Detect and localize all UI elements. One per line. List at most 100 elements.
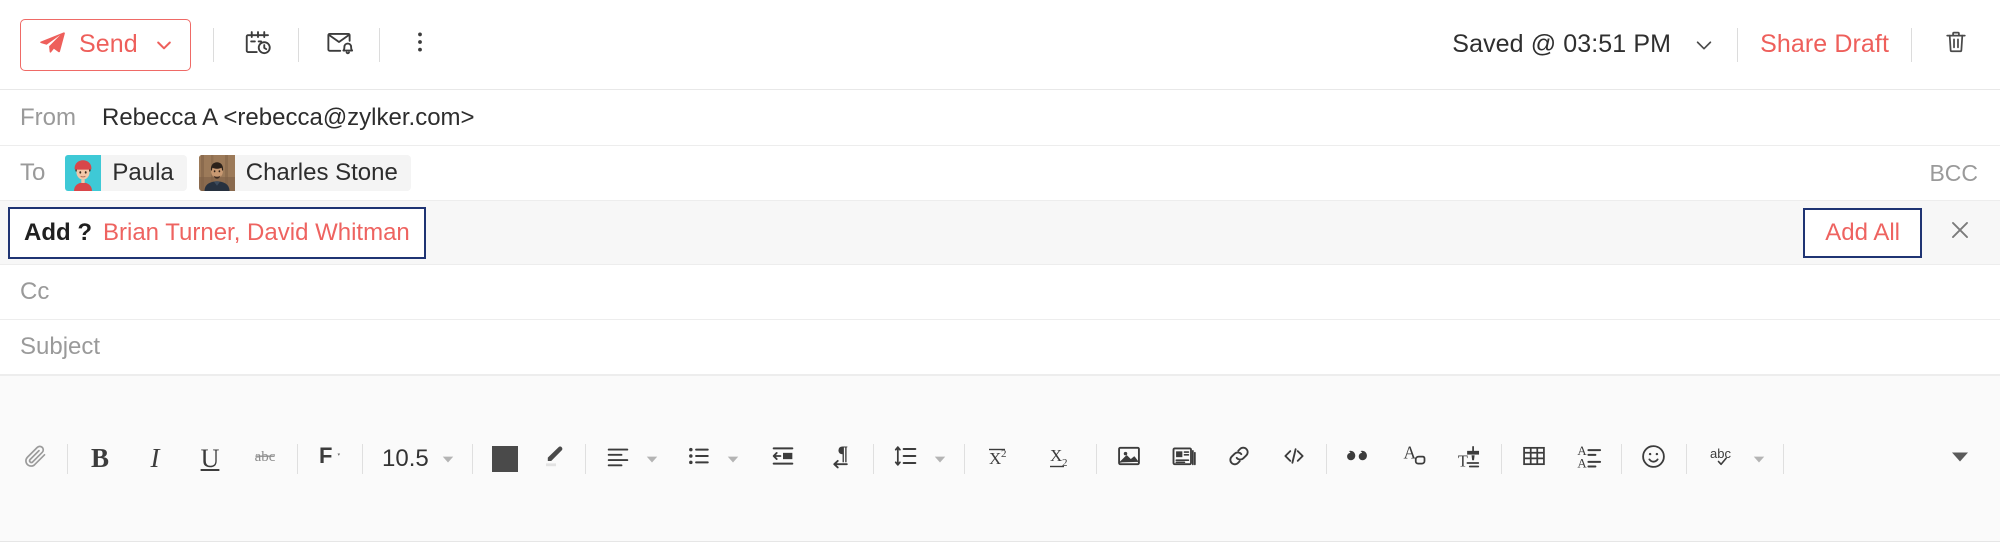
add-suggestion-box[interactable]: Add ? Brian Turner, David Whitman [8, 206, 426, 259]
reminder-button[interactable] [317, 23, 361, 67]
outdent-icon [769, 442, 797, 475]
spellcheck-caret-icon[interactable] [1746, 436, 1772, 482]
to-row[interactable]: To Paula Charles Stone BCC [0, 146, 2000, 201]
outdent-button[interactable] [759, 436, 807, 482]
format-divider-3 [362, 443, 363, 474]
paperclip-icon [22, 443, 49, 475]
subject-placeholder: Subject [20, 333, 101, 360]
bold-button[interactable]: B [79, 436, 121, 482]
recipient-name: Charles Stone [245, 159, 398, 186]
format-divider-8 [1095, 443, 1097, 474]
align-caret-icon[interactable] [639, 436, 665, 482]
svg-text:X: X [989, 449, 1001, 468]
line-spacing-caret-icon[interactable] [927, 436, 953, 482]
subscript-icon: X 2 [1046, 442, 1076, 475]
font-size-caret-icon[interactable] [435, 436, 461, 482]
link-icon [1225, 442, 1253, 475]
strikethrough-button[interactable]: abc [244, 436, 286, 482]
send-caret-icon[interactable] [154, 35, 174, 55]
share-draft-button[interactable]: Share Draft [1760, 30, 1889, 59]
spellcheck-button[interactable]: abc [1698, 436, 1746, 482]
add-suggestion-label: Add ? [24, 218, 92, 246]
close-icon [1947, 217, 1973, 248]
format-divider-10 [1500, 443, 1502, 474]
subscript-button[interactable]: X 2 [1037, 436, 1085, 482]
send-button-label: Send [79, 30, 138, 58]
text-color-button[interactable] [484, 436, 526, 482]
format-divider-13 [1782, 443, 1784, 474]
format-divider-12 [1685, 443, 1687, 474]
bullet-list-caret-icon[interactable] [720, 436, 746, 482]
dismiss-suggestion-button[interactable] [1938, 211, 1982, 255]
bcc-toggle[interactable]: BCC [1929, 160, 1978, 187]
highlight-color-button[interactable] [532, 436, 574, 482]
font-family-icon: F [315, 442, 345, 475]
insert-code-button[interactable] [1273, 436, 1315, 482]
text-color-swatch-icon [491, 445, 518, 472]
from-row[interactable]: From Rebecca A <rebecca@zylker.com> [0, 90, 2000, 146]
format-divider-6 [872, 443, 874, 474]
send-button[interactable]: Send [20, 18, 191, 71]
subject-row[interactable]: Subject [0, 320, 2000, 375]
suggested-recipient-names[interactable]: Brian Turner, David Whitman [103, 219, 410, 247]
svg-text:A: A [1403, 442, 1416, 462]
superscript-button[interactable]: X 2 [976, 436, 1024, 482]
schedule-send-button[interactable] [236, 23, 280, 67]
code-icon [1280, 442, 1308, 475]
emoji-button[interactable] [1633, 436, 1675, 482]
mail-bell-icon [324, 27, 354, 62]
line-spacing-icon [892, 442, 920, 475]
trash-icon [1942, 28, 1970, 61]
translate-button[interactable]: A A [1568, 436, 1610, 482]
svg-text:abc: abc [255, 449, 276, 465]
align-button[interactable] [597, 436, 639, 482]
svg-text:¶: ¶ [837, 443, 848, 465]
delete-draft-button[interactable] [1934, 23, 1978, 67]
insert-link-button[interactable] [1218, 436, 1260, 482]
translate-icon: A A [1575, 442, 1603, 475]
cc-row[interactable]: Cc [0, 265, 2000, 320]
format-divider-7 [963, 443, 965, 474]
line-spacing-button[interactable] [885, 436, 927, 482]
format-divider-2 [297, 443, 298, 474]
format-divider-5 [584, 443, 586, 474]
more-options-button[interactable] [398, 23, 442, 67]
svg-text:F: F [319, 443, 332, 468]
toolbar-divider-1 [212, 27, 214, 62]
to-label: To [20, 159, 46, 186]
font-size-value[interactable]: 10.5 [374, 445, 435, 473]
vertical-ellipsis-icon [407, 29, 433, 60]
from-value[interactable]: Rebecca A <rebecca@zylker.com> [102, 104, 475, 132]
saved-status-text: Saved @ 03:51 PM [1452, 30, 1672, 58]
recipient-chip-charles-stone[interactable]: Charles Stone [198, 155, 411, 191]
insert-table-button[interactable] [1513, 436, 1555, 482]
format-painter-button[interactable]: T [1448, 436, 1490, 482]
recipient-chip-paula[interactable]: Paula [65, 155, 187, 191]
collapse-toolbar-button[interactable] [1938, 436, 1982, 482]
format-divider-9 [1325, 443, 1327, 474]
svg-text:T: T [1458, 452, 1468, 471]
font-family-button[interactable]: F [309, 436, 351, 482]
bold-label: B [90, 443, 109, 473]
insert-image-button[interactable] [1108, 436, 1150, 482]
svg-text:abc: abc [1710, 446, 1731, 461]
spellcheck-icon: abc [1707, 442, 1737, 475]
avatar-male-photo-icon [198, 155, 235, 191]
quote-icon [1345, 442, 1373, 475]
emoji-icon [1639, 442, 1668, 476]
text-direction-button[interactable]: ¶ [820, 436, 862, 482]
format-divider-11 [1620, 443, 1622, 474]
strikethrough-icon: abc [251, 442, 279, 475]
recipient-name: Paula [112, 159, 174, 186]
insert-layout-button[interactable] [1163, 436, 1205, 482]
saved-status-caret-icon[interactable] [1693, 34, 1715, 56]
italic-label: I [150, 443, 160, 473]
add-all-button[interactable]: Add All [1803, 207, 1922, 258]
format-divider-4 [471, 443, 473, 474]
blockquote-button[interactable] [1338, 436, 1380, 482]
italic-button[interactable]: I [134, 436, 176, 482]
underline-button[interactable]: U [189, 436, 231, 482]
clear-formatting-button[interactable]: A [1393, 436, 1435, 482]
bullet-list-button[interactable] [678, 436, 720, 482]
attach-file-button[interactable] [14, 436, 56, 482]
